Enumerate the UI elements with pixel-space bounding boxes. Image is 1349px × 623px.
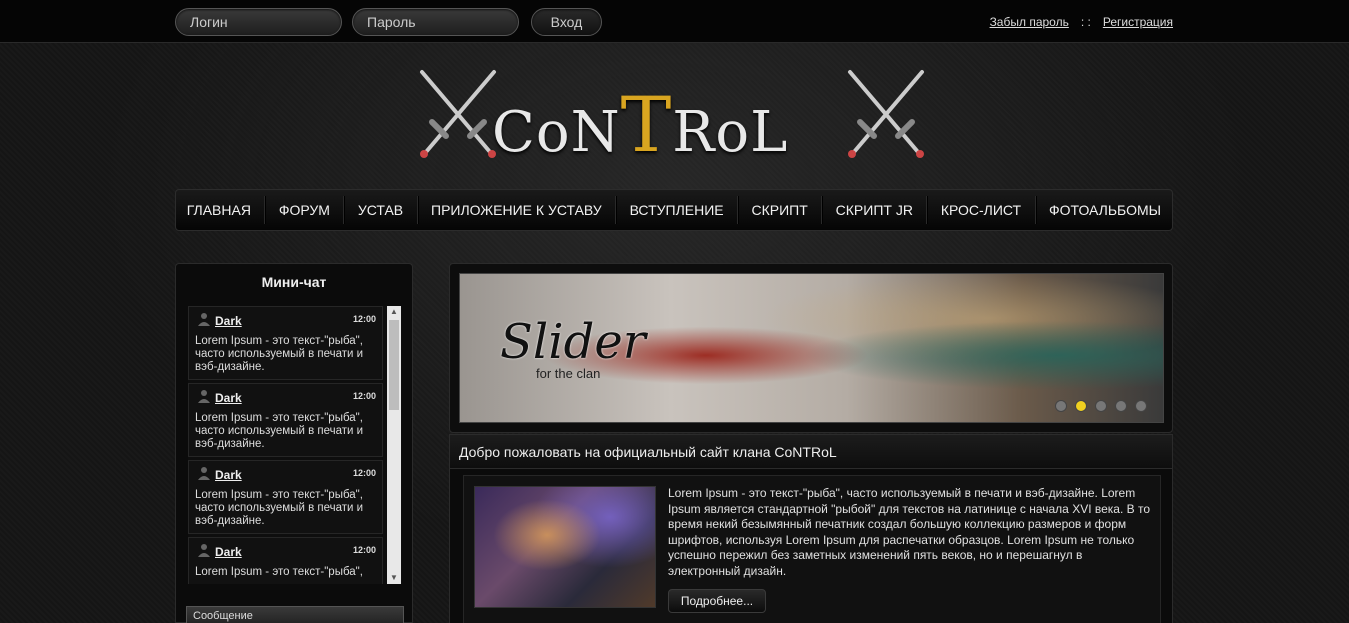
nav-divider	[264, 196, 266, 224]
register-link[interactable]: Регистрация	[1103, 15, 1173, 29]
crossed-swords-icon	[848, 70, 924, 158]
chat-text: Lorem Ipsum - это текст-"рыба", часто ис…	[195, 489, 364, 527]
nav-item-charter[interactable]: УСТАВ	[358, 202, 403, 218]
chat-message: Dark 12:00 Lorem Ipsum - это текст-"рыба…	[188, 537, 383, 584]
mini-chat-title: Мини-чат	[261, 274, 327, 290]
nav-item-script[interactable]: СКРИПТ	[752, 202, 808, 218]
slider-subtitle: for the clan	[536, 366, 601, 381]
slider-pagination	[1055, 400, 1147, 412]
password-input[interactable]: Пароль	[352, 8, 519, 36]
slider-title: Slider	[500, 314, 646, 370]
nav-divider	[1034, 196, 1036, 224]
nav-item-script-jr[interactable]: СКРИПТ JR	[836, 202, 913, 218]
article-image[interactable]	[474, 486, 656, 608]
nav-item-forum[interactable]: ФОРУМ	[279, 202, 330, 218]
slider-dot-active[interactable]	[1075, 400, 1087, 412]
nav-item-join[interactable]: ВСТУПЛЕНИЕ	[630, 202, 724, 218]
chat-text: Lorem Ipsum - это текст-"рыба", часто ис…	[195, 412, 364, 450]
nav-item-home[interactable]: ГЛАВНАЯ	[187, 202, 251, 218]
chat-text: Lorem Ipsum - это текст-"рыба", часто ис…	[195, 335, 364, 373]
forgot-password-link[interactable]: Забыл пароль	[990, 15, 1069, 29]
nav-divider	[737, 196, 739, 224]
nav-divider	[821, 196, 823, 224]
scroll-thumb[interactable]	[389, 320, 399, 410]
chat-message-input[interactable]: Сообщение	[186, 606, 404, 623]
welcome-title: Добро пожаловать на официальный сайт кла…	[450, 435, 1172, 469]
read-more-button[interactable]: Подробнее...	[668, 589, 766, 613]
logo-text-part3: RoL	[672, 100, 789, 165]
user-icon	[198, 313, 210, 326]
news-article: Lorem Ipsum - это текст-"рыба", часто ис…	[463, 475, 1161, 623]
scroll-down-arrow-icon[interactable]: ▼	[387, 572, 401, 584]
nav-item-charter-appendix[interactable]: ПРИЛОЖЕНИЕ К УСТАВУ	[431, 202, 602, 218]
login-button[interactable]: Вход	[531, 8, 602, 36]
chat-username[interactable]: Dark	[215, 545, 242, 559]
chat-time: 12:00	[352, 314, 376, 324]
chat-username[interactable]: Dark	[215, 391, 242, 405]
chat-text: Lorem Ipsum - это текст-"рыба",	[195, 566, 363, 578]
main-nav: ГЛАВНАЯ ФОРУМ УСТАВ ПРИЛОЖЕНИЕ К УСТАВУ …	[175, 189, 1173, 231]
article-text: Lorem Ipsum - это текст-"рыба", часто ис…	[668, 486, 1151, 578]
slider-dot[interactable]	[1135, 400, 1147, 412]
chat-time: 12:00	[352, 545, 376, 555]
logo-text-gold-letter: T	[620, 80, 673, 169]
chat-time: 12:00	[352, 468, 376, 478]
nav-divider	[343, 196, 345, 224]
slider-panel: Slider for the clan	[449, 263, 1173, 433]
mini-chat-panel: Мини-чат Dark 12:00 Lorem Ipsum - это те…	[175, 263, 413, 623]
logo-text-part1: CoN	[492, 100, 621, 165]
slider-dot[interactable]	[1095, 400, 1107, 412]
account-links: Забыл пароль : : Регистрация	[990, 15, 1173, 29]
site-logo[interactable]: CoNTRoL	[412, 62, 932, 169]
slider-image[interactable]: Slider for the clan	[459, 273, 1164, 423]
links-separator: : :	[1080, 15, 1091, 29]
logo-text: CoNTRoL	[492, 80, 788, 169]
scroll-up-arrow-icon[interactable]: ▲	[387, 306, 401, 318]
login-input[interactable]: Логин	[175, 8, 342, 36]
crossed-swords-icon	[420, 70, 496, 158]
chat-username[interactable]: Dark	[215, 314, 242, 328]
chat-message-list[interactable]: Dark 12:00 Lorem Ipsum - это текст-"рыба…	[188, 306, 402, 584]
slider-dot[interactable]	[1115, 400, 1127, 412]
chat-message: Dark 12:00 Lorem Ipsum - это текст-"рыба…	[188, 460, 383, 534]
top-bar: Логин Пароль Вход Забыл пароль : : Регистр…	[0, 0, 1349, 43]
chat-scrollbar[interactable]: ▲ ▼	[387, 306, 401, 584]
chat-message: Dark 12:00 Lorem Ipsum - это текст-"рыба…	[188, 306, 383, 380]
nav-divider	[615, 196, 617, 224]
nav-item-photo-albums[interactable]: ФОТОАЛЬБОМЫ	[1049, 202, 1161, 218]
nav-divider	[926, 196, 928, 224]
chat-username[interactable]: Dark	[215, 468, 242, 482]
chat-time: 12:00	[352, 391, 376, 401]
nav-item-cross-list[interactable]: КРОС-ЛИСТ	[941, 202, 1021, 218]
user-icon	[198, 544, 210, 557]
welcome-panel: Добро пожаловать на официальный сайт кла…	[449, 434, 1173, 623]
slider-dot[interactable]	[1055, 400, 1067, 412]
user-icon	[198, 467, 210, 480]
nav-divider	[416, 196, 418, 224]
user-icon	[198, 390, 210, 403]
chat-message: Dark 12:00 Lorem Ipsum - это текст-"рыба…	[188, 383, 383, 457]
